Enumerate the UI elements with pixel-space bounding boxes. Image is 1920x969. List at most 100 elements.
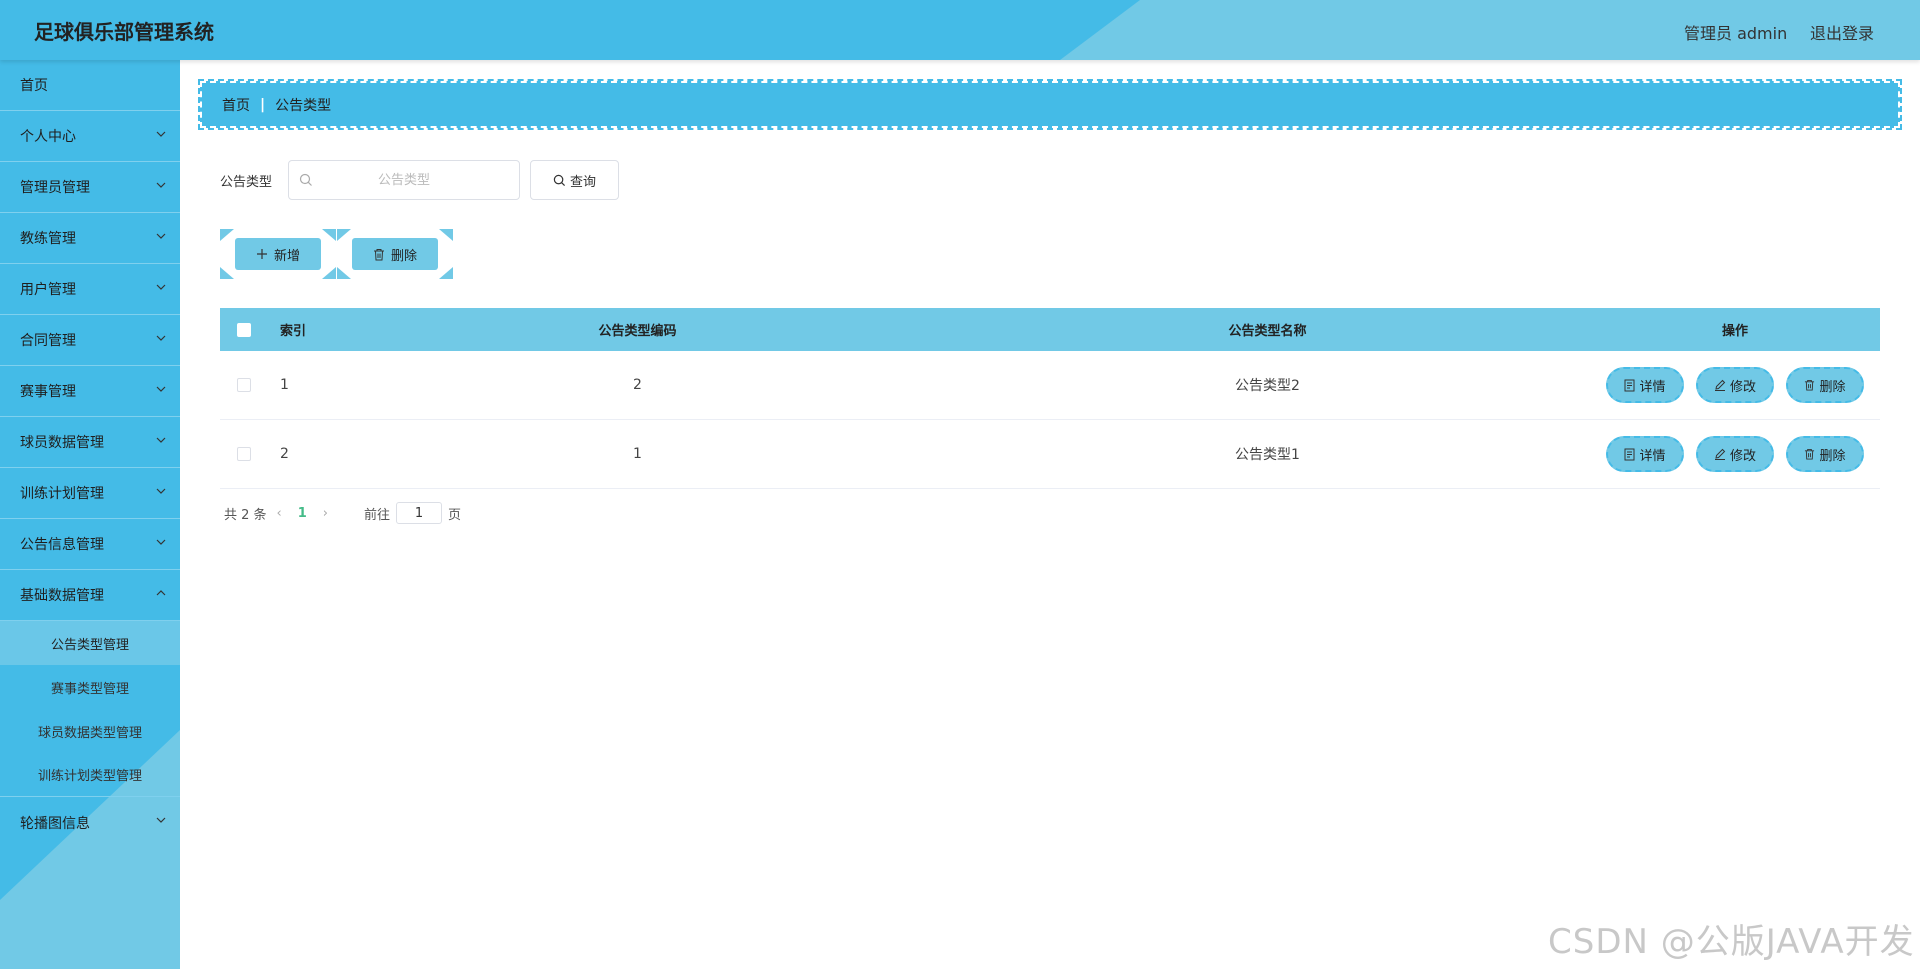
logout-link[interactable]: 退出登录 [1810,20,1874,44]
sidebar-item-notice-management[interactable]: 公告信息管理 [0,519,180,570]
trash-icon [1805,379,1815,391]
sidebar-item-label: 管理员管理 [20,180,90,196]
table-row: 2 1 公告类型1 详情 修改 删除 [220,420,1880,489]
chevron-down-icon [156,284,166,290]
chevron-down-icon [156,386,166,392]
cell-ops: 详情 修改 删除 [1595,420,1875,488]
chevron-down-icon [156,131,166,137]
sidebar-item-label: 轮播图信息 [20,815,90,832]
header-index: 索引 [280,324,307,339]
sidebar-item-label: 教练管理 [20,231,76,247]
edit-button[interactable]: 修改 [1696,367,1774,403]
trash-icon [1805,448,1815,460]
detail-button[interactable]: 详情 [1606,367,1684,403]
trash-icon [373,248,384,260]
query-button-label: 查询 [569,174,596,190]
page-number[interactable]: 1 [298,506,307,521]
sidebar-item-label: 合同管理 [20,333,76,349]
delete-button[interactable]: 删除 [352,238,438,270]
sidebar-item-label: 训练计划管理 [20,486,104,502]
detail-button[interactable]: 详情 [1606,436,1684,472]
chevron-up-icon [156,590,166,596]
select-all-checkbox[interactable] [237,322,251,337]
sidebar-item-personal-center[interactable]: 个人中心 [0,111,180,162]
pagination: 共 2 条 ‹ 1 › 前往 页 [224,502,461,524]
row-delete-button[interactable]: 删除 [1786,367,1864,403]
table-header: 索引 公告类型编码 公告类型名称 操作 [220,308,1880,351]
app-title: 足球俱乐部管理系统 [34,20,214,44]
sidebar-subitem-label: 公告类型管理 [50,637,129,653]
breadcrumb-current: 公告类型 [275,97,332,114]
edit-button-label: 修改 [1729,448,1756,464]
sidebar-item-label: 首页 [20,78,48,94]
sidebar-item-label: 用户管理 [20,282,76,298]
plus-icon [256,249,267,259]
header-decoration [1060,0,1920,60]
chevron-down-icon [156,182,166,188]
cell-code: 1 [633,446,642,462]
sidebar-subitem-training-plan-type[interactable]: 训练计划类型管理 [0,753,180,797]
row-checkbox[interactable] [237,378,251,392]
sidebar-item-admin-management[interactable]: 管理员管理 [0,162,180,213]
header-code: 公告类型编码 [598,324,677,339]
edit-button-label: 修改 [1729,379,1756,395]
search-label: 公告类型 [220,175,273,190]
header-ops: 操作 [1721,324,1748,339]
sidebar-subitem-match-type[interactable]: 赛事类型管理 [0,665,180,709]
search-input[interactable] [289,161,519,199]
sidebar-item-label: 球员数据管理 [20,435,104,451]
chevron-down-icon [156,233,166,239]
sidebar-subitem-notice-type[interactable]: 公告类型管理 [0,621,180,665]
goto-page-input[interactable] [396,502,443,524]
sidebar-item-label: 赛事管理 [20,384,76,400]
detail-button-label: 详情 [1639,448,1666,464]
sidebar-item-home[interactable]: 首页 [0,60,180,111]
sidebar-item-label: 个人中心 [20,129,76,145]
row-delete-button-label: 删除 [1819,379,1846,395]
current-user: 管理员 admin [1684,24,1788,43]
add-button[interactable]: 新增 [235,238,321,270]
prev-page-icon[interactable]: ‹ [277,506,282,521]
sidebar-item-user-management[interactable]: 用户管理 [0,264,180,315]
breadcrumb-home[interactable]: 首页 [222,95,250,115]
sidebar-subitem-label: 赛事类型管理 [50,681,129,697]
sidebar-item-carousel-info[interactable]: 轮播图信息 [0,797,180,848]
breadcrumb-separator: | [260,96,266,113]
query-button[interactable]: 查询 [530,160,619,200]
top-header: 足球俱乐部管理系统 管理员 admin 退出登录 [0,0,1920,60]
page-suffix: 页 [448,507,462,523]
data-table: 索引 公告类型编码 公告类型名称 操作 1 2 公告类型2 详情 修改 删除 2… [220,308,1880,489]
detail-button-label: 详情 [1639,379,1666,395]
edit-button[interactable]: 修改 [1696,436,1774,472]
add-button-label: 新增 [273,248,300,264]
chevron-down-icon [156,335,166,341]
pencil-icon [1714,448,1726,460]
row-checkbox-cell [220,420,268,488]
chevron-down-icon [156,488,166,494]
row-checkbox-cell [220,351,268,419]
sidebar-item-basic-data-management[interactable]: 基础数据管理 [0,570,180,621]
sidebar-subitem-player-data-type[interactable]: 球员数据类型管理 [0,709,180,753]
chevron-down-icon [156,817,166,823]
sidebar-item-training-plan-management[interactable]: 训练计划管理 [0,468,180,519]
chevron-down-icon [156,539,166,545]
sidebar-item-contract-management[interactable]: 合同管理 [0,315,180,366]
cell-ops: 详情 修改 删除 [1595,351,1875,419]
sidebar-item-player-data-management[interactable]: 球员数据管理 [0,417,180,468]
sidebar-item-coach-management[interactable]: 教练管理 [0,213,180,264]
delete-button-label: 删除 [390,248,417,264]
pencil-icon [1714,379,1726,391]
delete-button-wrap: 删除 [337,229,453,279]
sidebar-item-match-management[interactable]: 赛事管理 [0,366,180,417]
row-delete-button-label: 删除 [1819,448,1846,464]
header-name: 公告类型名称 [1228,324,1307,339]
sidebar-item-label: 公告信息管理 [20,537,104,553]
cell-code: 2 [633,377,642,393]
watermark: CSDN @公版JAVA开发 [1548,922,1915,962]
row-checkbox[interactable] [237,447,251,461]
row-delete-button[interactable]: 删除 [1786,436,1864,472]
next-page-icon[interactable]: › [323,506,328,521]
table-row: 1 2 公告类型2 详情 修改 删除 [220,351,1880,420]
goto-label: 前往 [364,507,391,523]
document-icon [1624,448,1635,460]
